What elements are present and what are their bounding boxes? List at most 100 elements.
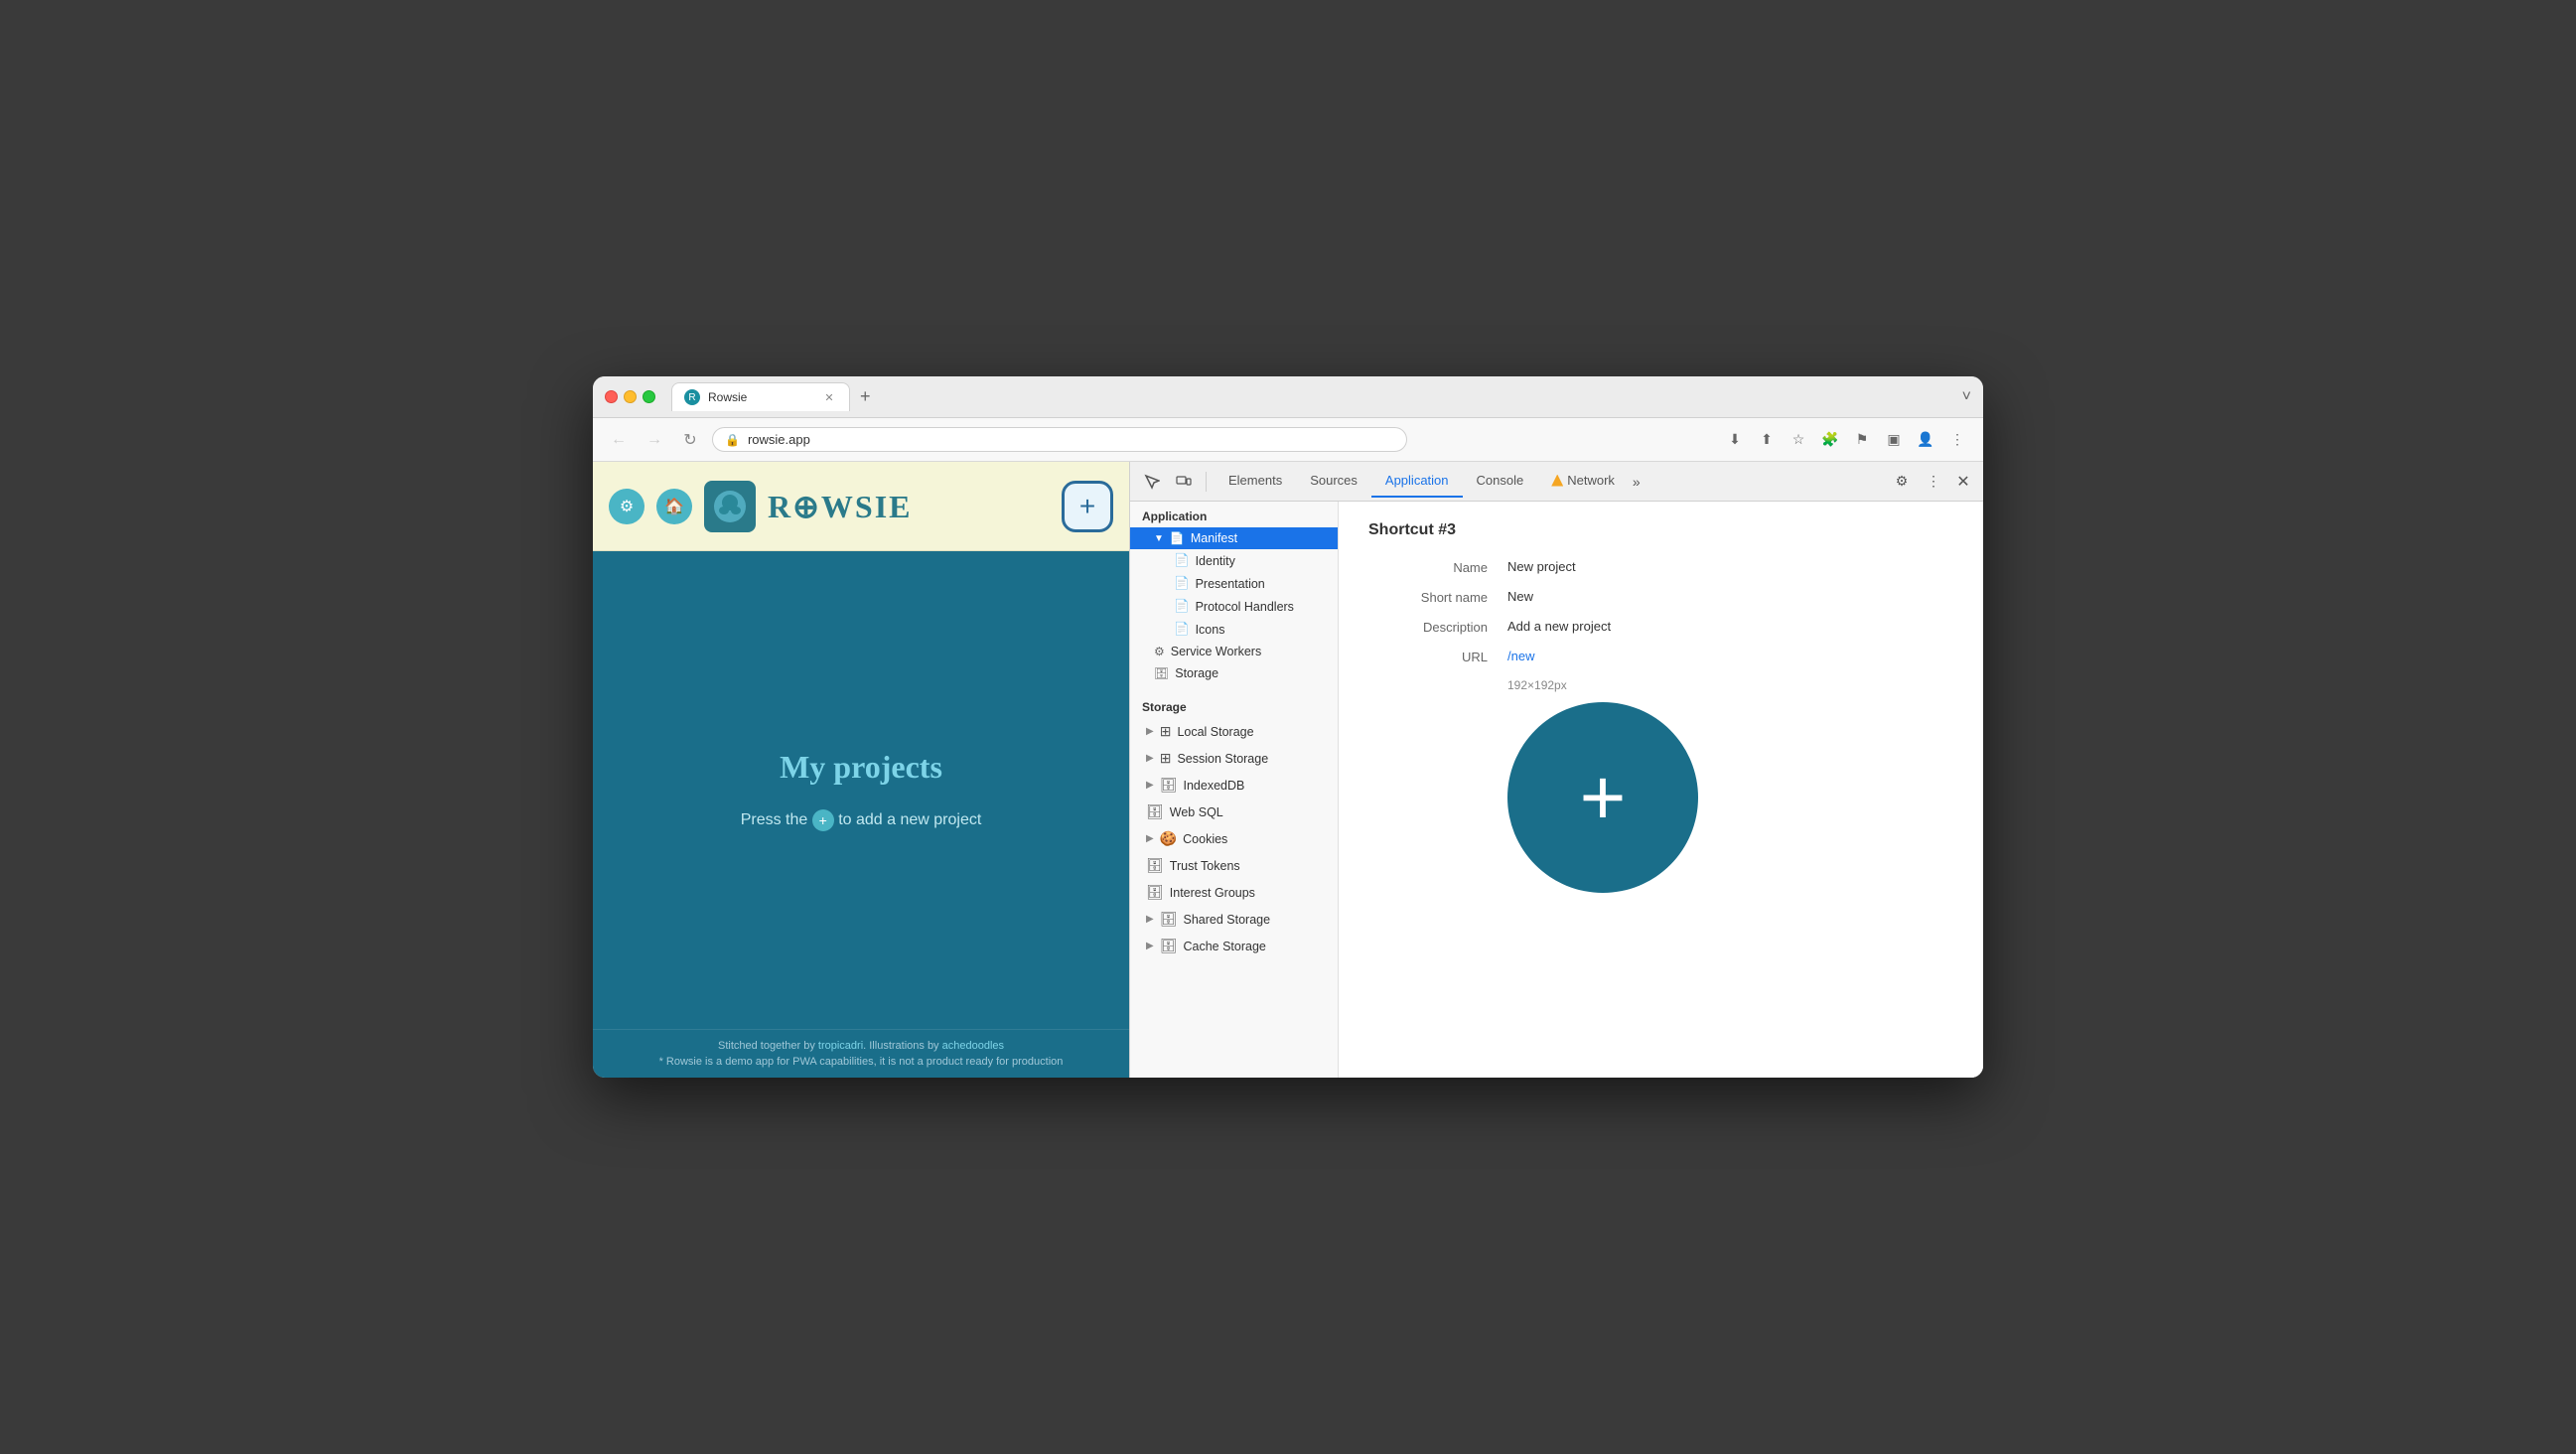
devtools-settings-button[interactable]: ⚙ [1888,468,1916,496]
cookies-icon: 🍪 [1160,830,1177,847]
sidebar-item-protocol-handlers[interactable]: 📄 Protocol Handlers [1130,595,1338,618]
prop-value-shortname: New [1507,589,1533,604]
devtools-close-button[interactable]: ✕ [1951,470,1975,494]
manifest-chevron-icon: ▼ [1154,533,1164,544]
tab-network[interactable]: Network [1537,465,1629,498]
site-main-title: My projects [780,749,942,786]
sidebar-item-web-sql[interactable]: 🗄 Web SQL [1130,799,1338,825]
prop-row-description: Description Add a new project [1368,619,1953,635]
back-button[interactable]: ← [605,426,633,454]
minimize-traffic-light[interactable] [624,390,637,403]
sidebar-item-cookies[interactable]: ▶ 🍪 Cookies [1130,825,1338,852]
sidebar-item-local-storage[interactable]: ▶ ⊞ Local Storage [1130,718,1338,745]
browser-content: ⚙ 🏠 R⊕WSIE + My projects [593,462,1983,1078]
close-traffic-light[interactable] [605,390,618,403]
footer-line2: * Rowsie is a demo app for PWA capabilit… [609,1056,1113,1068]
sidebar-item-manifest[interactable]: ▼ 📄 Manifest [1130,527,1338,549]
tab-bar: R Rowsie ✕ + [671,382,1954,411]
manifest-label: Manifest [1191,531,1237,545]
tab-close-button[interactable]: ✕ [821,389,837,405]
protocol-file-icon: 📄 [1174,599,1190,614]
sidebar-item-service-workers[interactable]: ⚙ Service Workers [1130,641,1338,662]
network-warning-icon [1551,475,1563,487]
maximize-traffic-light[interactable] [643,390,655,403]
address-actions: ⬇ ⬆ ☆ 🧩 ⚑ ▣ 👤 ⋮ [1721,426,1971,454]
title-bar: R Rowsie ✕ + ˅ [593,376,1983,418]
footer-link-achedoodles[interactable]: achedoodles [942,1040,1004,1052]
prop-label-name: Name [1368,559,1488,575]
prop-row-name: Name New project [1368,559,1953,575]
download-icon[interactable]: ⬇ [1721,426,1749,454]
lock-icon: 🔒 [725,433,740,447]
extension-icon[interactable]: 🧩 [1816,426,1844,454]
site-subtitle: Press the + to add a new project [741,809,982,831]
devtools-main-panel: Shortcut #3 Name New project Short name … [1339,502,1983,1078]
tab-console[interactable]: Console [1463,465,1538,498]
indexeddb-icon: 🗄 [1160,777,1178,794]
tab-favicon: R [684,389,700,405]
sidebar-item-presentation[interactable]: 📄 Presentation [1130,572,1338,595]
prop-value-url[interactable]: /new [1507,649,1534,663]
devtools-sidebar: Application ▼ 📄 Manifest 📄 Identity 📄 [1130,502,1339,1078]
home-nav-icon[interactable]: 🏠 [656,489,692,524]
icon-plus-symbol: + [1580,758,1627,837]
site-logo-text: R⊕WSIE [768,488,913,525]
website-viewport: ⚙ 🏠 R⊕WSIE + My projects [593,462,1129,1078]
new-tab-button[interactable]: + [854,386,877,407]
storage-icon: 🗄 [1154,666,1169,680]
split-screen-icon[interactable]: ▣ [1880,426,1908,454]
footer-link-tropicadri[interactable]: tropicadri [818,1040,863,1052]
prop-label-url: URL [1368,649,1488,664]
cookies-chevron-icon: ▶ [1146,833,1154,844]
local-storage-chevron-icon: ▶ [1146,726,1154,737]
sidebar-item-indexeddb[interactable]: ▶ 🗄 IndexedDB [1130,772,1338,799]
sidebar-item-interest-groups[interactable]: 🗄 Interest Groups [1130,879,1338,906]
address-bar: ← → ↻ 🔒 rowsie.app ⬇ ⬆ ☆ 🧩 ⚑ ▣ 👤 ⋮ [593,418,1983,462]
sidebar-item-cache-storage[interactable]: ▶ 🗄 Cache Storage [1130,933,1338,959]
chrome-menu-icon[interactable]: ˅ [1962,388,1971,406]
icons-file-icon: 📄 [1174,622,1190,637]
websql-icon: 🗄 [1146,803,1164,820]
sidebar-item-shared-storage[interactable]: ▶ 🗄 Shared Storage [1130,906,1338,933]
cache-storage-chevron-icon: ▶ [1146,941,1154,951]
device-toolbar-icon[interactable] [1170,468,1198,496]
local-storage-db-icon: ⊞ [1160,723,1172,740]
devtools-toolbar: Elements Sources Application Console Net… [1130,462,1983,502]
devtools-more-button[interactable]: ⋮ [1920,468,1947,496]
forward-button[interactable]: → [641,426,668,454]
traffic-lights [605,390,655,403]
profile-icon[interactable]: 👤 [1912,426,1939,454]
sidebar-item-trust-tokens[interactable]: 🗄 Trust Tokens [1130,852,1338,879]
settings-nav-icon[interactable]: ⚙ [609,489,644,524]
url-bar[interactable]: 🔒 rowsie.app [712,427,1407,452]
manifest-file-icon: 📄 [1170,531,1185,545]
sidebar-item-session-storage[interactable]: ▶ ⊞ Session Storage [1130,745,1338,772]
site-logo-image [704,481,756,532]
browser-tab[interactable]: R Rowsie ✕ [671,382,850,411]
share-icon[interactable]: ⬆ [1753,426,1781,454]
bookmark-icon[interactable]: ☆ [1785,426,1812,454]
sidebar-item-storage[interactable]: 🗄 Storage [1130,662,1338,684]
element-picker-icon[interactable] [1138,468,1166,496]
add-project-button[interactable]: + [1062,481,1113,532]
tab-sources[interactable]: Sources [1296,465,1371,498]
footer-line1: Stitched together by tropicadri. Illustr… [609,1040,1113,1052]
devtools-tabs: Elements Sources Application Console Net… [1215,465,1884,498]
prop-label-shortname: Short name [1368,589,1488,605]
session-storage-db-icon: ⊞ [1160,750,1172,767]
sidebar-item-identity[interactable]: 📄 Identity [1130,549,1338,572]
flag-icon[interactable]: ⚑ [1848,426,1876,454]
subtitle-prefix: Press the [741,811,808,828]
tab-elements[interactable]: Elements [1215,465,1296,498]
chrome-menu-btn[interactable]: ⋮ [1943,426,1971,454]
tabs-overflow-button[interactable]: » [1629,470,1645,494]
reload-button[interactable]: ↻ [676,426,704,454]
sidebar-item-icons[interactable]: 📄 Icons [1130,618,1338,641]
storage-section-header: Storage [1130,692,1338,718]
site-header: ⚙ 🏠 R⊕WSIE + [593,462,1129,551]
tab-application[interactable]: Application [1371,465,1463,498]
icon-preview-section: 192×192px + [1368,678,1953,893]
shortcut-heading: Shortcut #3 [1368,521,1953,539]
prop-row-url: URL /new [1368,649,1953,664]
shared-storage-chevron-icon: ▶ [1146,914,1154,925]
